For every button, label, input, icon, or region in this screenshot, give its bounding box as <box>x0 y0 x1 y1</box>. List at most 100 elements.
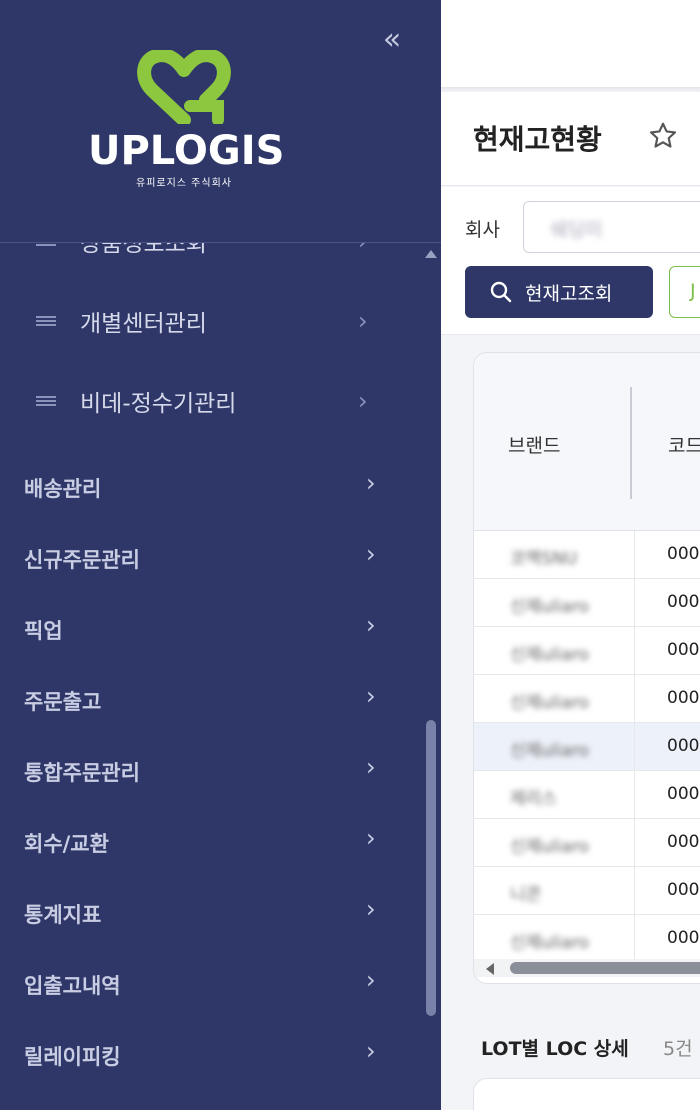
grid-horizontal-scrollbar[interactable] <box>474 959 700 977</box>
column-header-brand[interactable]: 브랜드 <box>508 431 560 458</box>
chevron-right-icon: › <box>358 243 368 255</box>
chevron-right-icon: › <box>358 387 368 415</box>
table-row[interactable]: 니콘 000 <box>474 867 700 915</box>
menu-area: 상품정보조회 › 개별센터관리 › 비데-정수기관리 › 배송관리 › 신규주문… <box>0 243 441 1110</box>
sidebar-item-label: 통계지표 <box>24 903 102 927</box>
cell-code: 000 <box>667 832 700 852</box>
logo: UPLOGIS 유피로지스 주식회사 <box>88 50 285 190</box>
sidebar-item-new-order[interactable]: 신규주문관리 › <box>0 528 410 588</box>
scroll-up-arrow-icon[interactable] <box>425 250 437 258</box>
sidebar-item-label: 배송관리 <box>24 477 102 501</box>
star-outline-icon[interactable] <box>647 120 679 152</box>
cell-brand: 니콘 <box>510 885 542 905</box>
cell-brand: 신제uliaro <box>510 933 589 953</box>
chevron-right-icon: › <box>366 753 376 781</box>
chevron-right-icon: › <box>366 966 376 994</box>
sidebar-subitem-product-info[interactable]: 상품정보조회 › <box>0 243 410 271</box>
search-button-label: 현재고조회 <box>525 283 613 305</box>
chevron-right-icon: › <box>358 307 368 335</box>
sidebar-item-label: 회수/교환 <box>24 832 109 856</box>
sidebar-subitem-center[interactable]: 개별센터관리 › <box>0 291 410 351</box>
main-content: 현재고현황 회사 쉐딩미 현재고조회 J 브랜드 코드 코맥SNU 000 신제… <box>441 0 700 1110</box>
cell-brand: 제리스 <box>510 789 557 809</box>
chevron-right-icon: › <box>366 682 376 710</box>
sidebar-item-label: 주문출고 <box>24 690 102 714</box>
sidebar-scrollbar[interactable] <box>424 250 437 1080</box>
cell-brand: 신제uliaro <box>510 693 589 713</box>
cell-brand: 신제uliaro <box>510 741 589 761</box>
chevron-right-icon: › <box>366 540 376 568</box>
company-label: 회사 <box>465 219 500 241</box>
double-chevron-left-icon[interactable]: « <box>376 25 408 56</box>
chevron-right-icon: › <box>366 895 376 923</box>
lot-section-title: LOT별 LOC 상세 <box>481 1038 629 1060</box>
sidebar-item-delivery[interactable]: 배송관리 › <box>0 457 410 517</box>
filter-row: 회사 쉐딩미 현재고조회 J <box>441 187 700 335</box>
scroll-left-arrow-icon[interactable] <box>486 963 494 975</box>
sidebar-item-pickup[interactable]: 픽업 › <box>0 599 410 659</box>
logo-heart-icon <box>137 50 231 124</box>
search-icon <box>490 281 512 303</box>
chevron-right-icon: › <box>366 1037 376 1065</box>
inventory-search-button[interactable]: 현재고조회 <box>465 266 653 318</box>
sidebar: « UPLOGIS 유피로지스 주식회사 상품정보조회 › 개별센터관리 › 비… <box>0 0 441 1110</box>
logo-subtext: 유피로지스 주식회사 <box>136 178 232 189</box>
sidebar-item-relay-picking[interactable]: 릴레이피킹 › <box>0 1025 410 1085</box>
chevron-right-icon: › <box>366 469 376 497</box>
lot-count: 5건 <box>663 1038 693 1060</box>
menu-lines-icon <box>36 396 56 406</box>
chevron-right-icon: › <box>366 824 376 852</box>
sidebar-item-label: 릴레이피킹 <box>24 1045 121 1069</box>
scroll-thumb[interactable] <box>426 720 436 1016</box>
table-row[interactable]: 신제uliaro 000 <box>474 579 700 627</box>
scroll-thumb[interactable] <box>510 962 700 974</box>
cell-code: 000 <box>667 640 700 660</box>
cell-brand: 신제uliaro <box>510 837 589 857</box>
cell-brand: 코맥SNU <box>510 549 578 569</box>
sidebar-item-label: 신규주문관리 <box>24 548 140 572</box>
cell-brand: 신제uliaro <box>510 597 589 617</box>
column-header-code[interactable]: 코드 <box>668 431 700 458</box>
sidebar-subitem-label: 개별센터관리 <box>80 311 207 337</box>
lot-grid <box>473 1078 700 1110</box>
sidebar-item-label: 픽업 <box>24 619 63 643</box>
cell-brand: 신제uliaro <box>510 645 589 665</box>
sidebar-subitem-label: 상품정보조회 <box>80 243 207 257</box>
company-input[interactable]: 쉐딩미 <box>523 201 700 253</box>
menu-lines-icon <box>36 243 56 246</box>
page-title: 현재고현황 <box>473 123 602 156</box>
table-row-selected[interactable]: 신제uliaro 000 <box>474 723 700 771</box>
cell-code: 000 <box>667 880 700 900</box>
column-resize-handle[interactable] <box>630 387 632 499</box>
table-row[interactable]: 코맥SNU 000 <box>474 531 700 579</box>
cell-code: 000 <box>667 592 700 612</box>
table-row[interactable]: 신제uliaro 000 <box>474 915 700 963</box>
table-row[interactable]: 신제uliaro 000 <box>474 627 700 675</box>
table-row[interactable]: 신제uliaro 000 <box>474 675 700 723</box>
sidebar-item-return-exchange[interactable]: 회수/교환 › <box>0 812 410 872</box>
secondary-button[interactable]: J <box>669 266 700 318</box>
cell-code: 000 <box>667 544 700 564</box>
chevron-right-icon: › <box>366 611 376 639</box>
table-row[interactable]: 신제uliaro 000 <box>474 819 700 867</box>
menu-lines-icon <box>36 316 56 326</box>
sidebar-item-integrated-order[interactable]: 통합주문관리 › <box>0 741 410 801</box>
cell-code: 000 <box>667 928 700 948</box>
sidebar-item-label: 통합주문관리 <box>24 761 140 785</box>
secondary-button-label: J <box>690 280 696 302</box>
logo-text: UPLOGIS <box>88 128 285 174</box>
grid-header: 브랜드 코드 <box>474 353 700 531</box>
sidebar-subitem-label: 비데-정수기관리 <box>80 391 237 417</box>
sidebar-subitem-bidet[interactable]: 비데-정수기관리 › <box>0 371 410 431</box>
cell-code: 000 <box>667 784 700 804</box>
sidebar-item-io-history[interactable]: 입출고내역 › <box>0 954 410 1014</box>
table-row[interactable]: 제리스 000 <box>474 771 700 819</box>
cell-code: 000 <box>667 736 700 756</box>
company-value: 쉐딩미 <box>550 219 603 241</box>
sidebar-item-statistics[interactable]: 통계지표 › <box>0 883 410 943</box>
inventory-grid: 브랜드 코드 코맥SNU 000 신제uliaro 000 신제uliaro 0… <box>473 352 700 984</box>
cell-code: 000 <box>667 688 700 708</box>
top-bar <box>441 0 700 88</box>
sidebar-item-order-release[interactable]: 주문출고 › <box>0 670 410 730</box>
title-row: 현재고현황 <box>441 92 700 186</box>
